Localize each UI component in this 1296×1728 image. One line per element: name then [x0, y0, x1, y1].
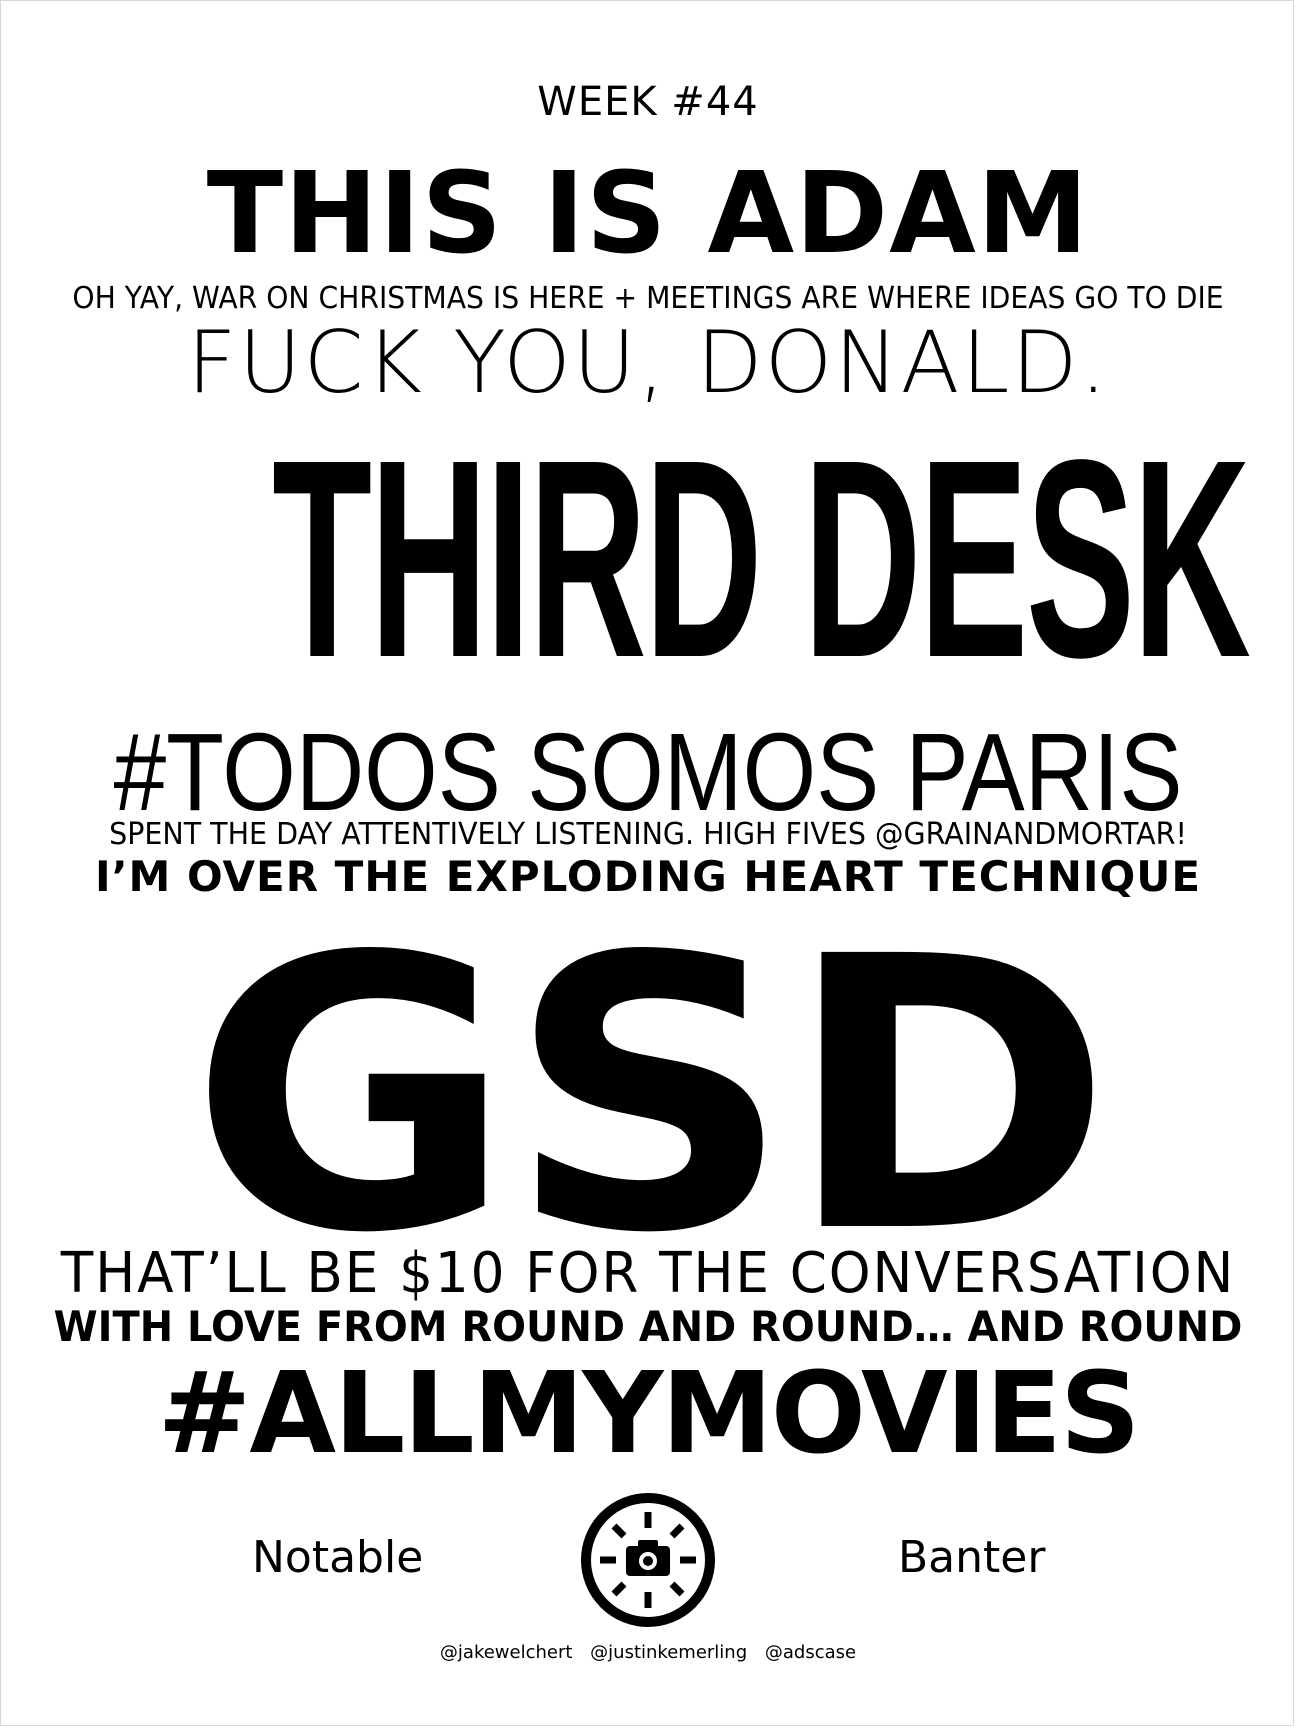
headline-this-is-adam: THIS IS ADAM — [206, 149, 1090, 279]
camera-sun-icon — [581, 1493, 715, 1627]
footer-handles: @jakewelchert @justinkemerling @adscase — [0, 1644, 1296, 1662]
handle-adscase[interactable]: @adscase — [765, 1642, 856, 1663]
line-war-on-christmas: OH YAY, WAR ON CHRISTMAS IS HERE + MEETI… — [72, 281, 1224, 316]
footer-right-word: Banter — [898, 1532, 1046, 1583]
headline-gsd: GSD — [189, 877, 1113, 1315]
line-spent-the-day: SPENT THE DAY ATTENTIVELY LISTENING. HIG… — [109, 817, 1187, 852]
line-round-and-round: WITH LOVE FROM ROUND AND ROUND… AND ROUN… — [53, 1302, 1243, 1351]
line-fuck-you-donald: FUCK YOU, DONALD. — [187, 313, 1109, 413]
headline-allmymovies: #ALLMYMOVIES — [157, 1349, 1141, 1479]
week-label: WEEK #44 — [537, 79, 759, 125]
line-ten-dollars: THAT’LL BE $10 FOR THE CONVERSATION — [60, 1241, 1236, 1306]
line-todos-somos-paris: #TODOS SOMOS PARIS — [113, 711, 1183, 834]
footer-left-word: Notable — [252, 1532, 424, 1583]
handle-jakewelchert[interactable]: @jakewelchert — [440, 1642, 573, 1663]
headline-third-desk: THIRD DESK — [272, 401, 1251, 716]
handle-justinkemerling[interactable]: @justinkemerling — [590, 1642, 747, 1663]
